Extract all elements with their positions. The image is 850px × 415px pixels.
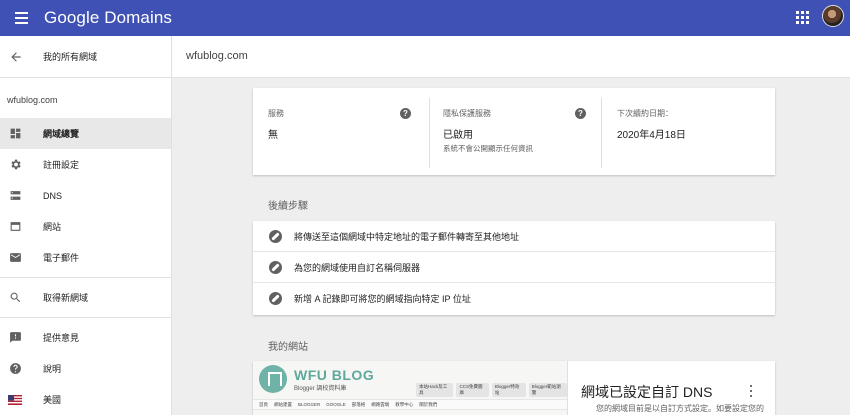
next-steps-title: 後續步驟 xyxy=(268,201,308,212)
website-description: 您的網域目前是以自訂方式設定。如要設定您的 xyxy=(596,404,764,413)
apps-grid-icon[interactable] xyxy=(796,11,809,24)
page-title: wfublog.com xyxy=(186,50,248,62)
avatar[interactable] xyxy=(822,5,844,27)
thumbnail-subtitle: Blogger 調校資料庫 xyxy=(294,386,347,392)
renewal-date: 2020年4月18日 xyxy=(617,130,686,141)
thumbnail-tags: 本站Hack及工具 CCS免費圖庫 Blogger特效站 Blogger範站瀏覽 xyxy=(416,383,567,397)
arrow-back-icon xyxy=(11,51,21,62)
sidebar-item-label: 提供意見 xyxy=(43,333,80,343)
service-column: 服務 ? 無 xyxy=(253,88,429,175)
list-item[interactable]: 新增 A 記錄即可將您的網域指向特定 IP 位址 xyxy=(253,283,775,314)
sidebar-item-get-domain[interactable]: 取得新網域 xyxy=(0,282,171,313)
gear-icon xyxy=(8,158,22,172)
thumbnail-nav: 首頁 網站建置 BLOGGER GOOGLE 部落格 網路雲端 教學中心 關於我… xyxy=(253,399,567,410)
privacy-column: 隱私保護服務 ? 已啟用 系統不會公開顯示任何資訊 xyxy=(429,98,601,168)
thumbnail-nav-item: 關於我們 xyxy=(419,401,438,407)
main-header: wfublog.com xyxy=(172,36,850,78)
sidebar-item-help[interactable]: 說明 xyxy=(0,353,171,384)
sidebar-item-label: 取得新網域 xyxy=(43,293,89,303)
thumbnail-nav-item: 網路雲端 xyxy=(371,401,390,407)
website-card: WFU BLOG Blogger 調校資料庫 本站Hack及工具 CCS免費圖庫… xyxy=(253,361,775,415)
compass-icon xyxy=(269,292,282,305)
privacy-value: 已啟用 xyxy=(443,130,473,141)
next-steps-list: 將傳送至這個網域中特定地址的電子郵件轉寄至其他地址 為您的網域使用自訂名稱伺服器… xyxy=(253,221,775,315)
sidebar-item-label: 電子郵件 xyxy=(43,253,80,263)
help-icon[interactable]: ? xyxy=(575,108,586,119)
sidebar-item-label: DNS xyxy=(43,190,63,201)
thumbnail-tag: CCS免費圖庫 xyxy=(456,383,489,397)
sidebar-item-email[interactable]: 電子郵件 xyxy=(0,242,171,273)
list-item[interactable]: 將傳送至這個網域中特定地址的電子郵件轉寄至其他地址 xyxy=(253,221,775,252)
service-label: 服務 xyxy=(268,109,284,118)
thumbnail-title: WFU BLOG xyxy=(294,367,375,383)
website-section-title: 我的網站 xyxy=(268,342,308,353)
renewal-column: 下次續約日期： 2020年4月18日 xyxy=(601,98,775,168)
thumbnail-tag: Blogger範站瀏覽 xyxy=(528,383,567,397)
privacy-sub: 系統不會公開顯示任何資訊 xyxy=(443,144,533,153)
thumbnail-tag: 本站Hack及工具 xyxy=(416,383,454,397)
sidebar-item-label: 美國 xyxy=(43,395,62,405)
top-app-bar: Google Domains xyxy=(0,0,850,36)
feedback-icon xyxy=(8,331,22,345)
website-heading: 網域已設定自訂 DNS xyxy=(581,384,713,400)
compass-icon xyxy=(269,260,282,274)
sidebar: 我的所有網域 wfublog.com 網域總覽 註冊設定 DNS 網站 電子郵件… xyxy=(0,36,172,415)
back-to-all-domains[interactable]: 我的所有網域 xyxy=(0,36,171,78)
compass-icon xyxy=(269,229,282,243)
thumbnail-nav-item: GOOGLE xyxy=(326,402,346,407)
us-flag-icon xyxy=(8,393,22,407)
mail-icon xyxy=(8,251,22,265)
website-thumbnail[interactable]: WFU BLOG Blogger 調校資料庫 本站Hack及工具 CCS免費圖庫… xyxy=(253,361,568,415)
sidebar-item-region[interactable]: 美國 xyxy=(0,384,171,415)
step-label: 將傳送至這個網域中特定地址的電子郵件轉寄至其他地址 xyxy=(294,231,520,242)
sidebar-item-label: 網站 xyxy=(43,222,62,232)
thumbnail-nav-item: 首頁 xyxy=(259,401,268,407)
renewal-label: 下次續約日期： xyxy=(617,109,673,118)
divider xyxy=(0,317,171,318)
blog-logo-icon xyxy=(259,365,287,393)
sidebar-item-label: 網域總覽 xyxy=(43,129,80,139)
thumbnail-tag: Blogger特效站 xyxy=(491,383,526,397)
thumbnail-nav-item: BLOGGER xyxy=(298,402,321,407)
thumbnail-nav-item: 網站建置 xyxy=(274,401,292,407)
sidebar-item-dns[interactable]: DNS xyxy=(0,180,171,211)
list-item[interactable]: 為您的網域使用自訂名稱伺服器 xyxy=(253,252,775,283)
sidebar-domain: wfublog.com xyxy=(7,95,58,105)
thumbnail-nav-item: 教學中心 xyxy=(395,401,414,407)
step-label: 為您的網域使用自訂名稱伺服器 xyxy=(294,262,421,273)
sidebar-item-feedback[interactable]: 提供意見 xyxy=(0,322,171,353)
privacy-label: 隱私保護服務 xyxy=(443,109,491,118)
sidebar-item-overview[interactable]: 網域總覽 xyxy=(0,118,171,149)
search-icon xyxy=(8,291,22,305)
sidebar-item-label: 註冊設定 xyxy=(43,160,80,170)
divider xyxy=(0,277,171,278)
dns-icon xyxy=(8,189,22,203)
website-icon xyxy=(8,220,22,234)
service-value: 無 xyxy=(268,130,278,141)
sidebar-item-label: 說明 xyxy=(43,364,62,374)
thumbnail-nav-item: 部落格 xyxy=(351,401,366,407)
app-title: Google Domains xyxy=(44,8,173,27)
sidebar-item-registration[interactable]: 註冊設定 xyxy=(0,149,171,180)
sidebar-item-website[interactable]: 網站 xyxy=(0,211,171,242)
step-label: 新增 A 記錄即可將您的網域指向特定 IP 位址 xyxy=(294,294,471,304)
menu-icon[interactable] xyxy=(6,0,36,36)
dashboard-icon xyxy=(8,127,22,141)
help-icon xyxy=(8,362,22,376)
more-vert-icon[interactable] xyxy=(750,385,754,397)
back-label: 我的所有網域 xyxy=(43,52,98,62)
help-icon[interactable]: ? xyxy=(400,108,411,119)
summary-card: 服務 ? 無 隱私保護服務 ? 已啟用 系統不會公開顯示任何資訊 下次續約日期：… xyxy=(253,88,775,175)
